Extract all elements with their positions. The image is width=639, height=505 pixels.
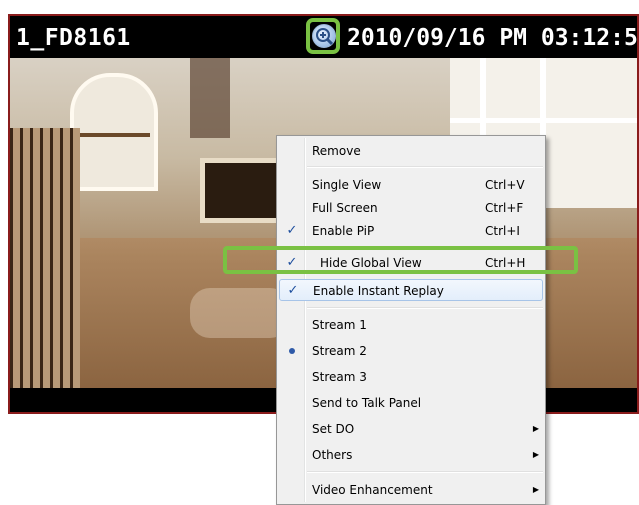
menu-item-enable-instant-replay[interactable]: ✓ Enable Instant Replay <box>279 279 543 301</box>
menu-item-label: Stream 1 <box>312 318 367 332</box>
menu-item-label: Stream 3 <box>312 370 367 384</box>
menu-item-stream-2[interactable]: Stream 2 <box>279 340 543 362</box>
menu-item-send-to-talk-panel[interactable]: Send to Talk Panel <box>279 392 543 414</box>
ceiling-fan <box>190 58 230 138</box>
menu-item-label: Video Enhancement <box>312 483 433 497</box>
menu-item-label: Full Screen <box>312 201 378 215</box>
menu-item-stream-1[interactable]: Stream 1 <box>279 314 543 336</box>
menu-item-single-view[interactable]: Single View Ctrl+V <box>279 174 543 196</box>
camera-name: 1_FD8161 <box>16 25 131 51</box>
radio-selected-icon <box>289 348 295 354</box>
menu-item-label: Enable PiP <box>312 224 375 238</box>
menu-item-enable-pip[interactable]: ✓ Enable PiP Ctrl+I <box>279 220 543 242</box>
menu-item-shortcut: Ctrl+I <box>485 224 520 238</box>
menu-item-full-screen[interactable]: Full Screen Ctrl+F <box>279 197 543 219</box>
menu-item-label: Single View <box>312 178 382 192</box>
menu-item-video-enhancement[interactable]: Video Enhancement ▶ <box>279 479 543 501</box>
menu-item-label: Set DO <box>312 422 355 436</box>
menu-separator <box>307 471 543 473</box>
submenu-arrow-icon: ▶ <box>532 485 539 494</box>
hide-global-view-highlight <box>223 246 578 274</box>
wall-arch-niche <box>70 73 158 191</box>
menu-item-label: Remove <box>312 144 361 158</box>
zoom-button-highlight <box>306 18 340 54</box>
camera-title-bar: 1_FD8161 2010/09/16 PM 03:12:53 <box>10 16 637 58</box>
menu-item-others[interactable]: Others ▶ <box>279 444 543 466</box>
staircase-railing <box>10 128 80 390</box>
camera-timestamp: 2010/09/16 PM 03:12:53 <box>347 25 639 51</box>
shelf <box>78 133 150 137</box>
submenu-arrow-icon: ▶ <box>532 450 539 459</box>
window-frame <box>450 118 637 123</box>
menu-item-label: Enable Instant Replay <box>313 284 444 298</box>
menu-separator <box>307 307 543 309</box>
menu-item-remove[interactable]: Remove <box>279 140 543 162</box>
menu-item-stream-3[interactable]: Stream 3 <box>279 366 543 388</box>
checkmark-icon: ✓ <box>286 223 298 238</box>
menu-item-label: Stream 2 <box>312 344 367 358</box>
checkmark-icon: ✓ <box>287 283 299 298</box>
menu-item-label: Send to Talk Panel <box>312 396 422 410</box>
menu-separator <box>307 166 543 168</box>
menu-item-shortcut: Ctrl+F <box>485 201 524 215</box>
menu-item-label: Others <box>312 448 353 462</box>
submenu-arrow-icon: ▶ <box>532 424 539 433</box>
camera-context-menu: Remove Single View Ctrl+V Full Screen Ct… <box>276 135 546 505</box>
menu-item-set-do[interactable]: Set DO ▶ <box>279 418 543 440</box>
menu-item-shortcut: Ctrl+V <box>485 178 525 192</box>
